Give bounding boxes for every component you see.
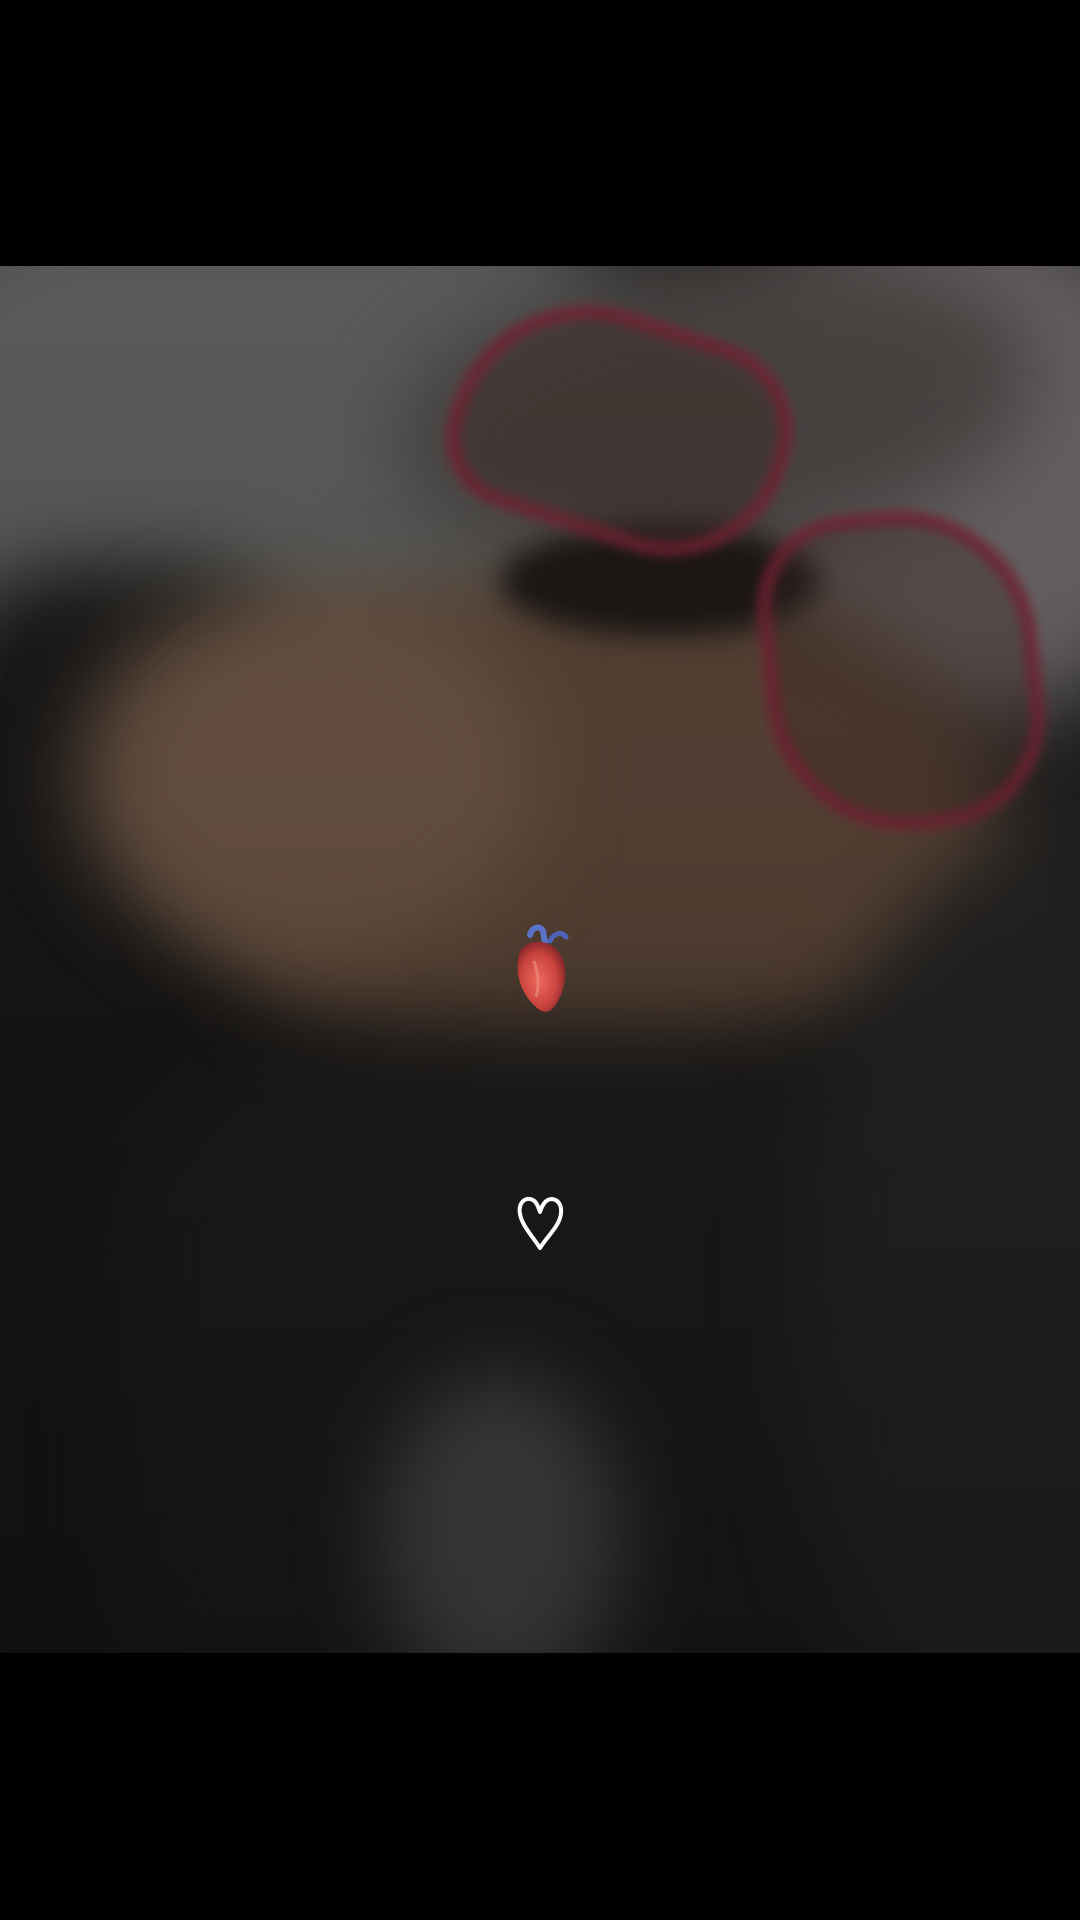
story-viewer[interactable] <box>0 0 1080 1920</box>
story-photo <box>0 266 1080 1653</box>
anatomical-heart-icon[interactable] <box>510 921 574 1021</box>
heart-outline-icon[interactable] <box>516 1196 564 1252</box>
